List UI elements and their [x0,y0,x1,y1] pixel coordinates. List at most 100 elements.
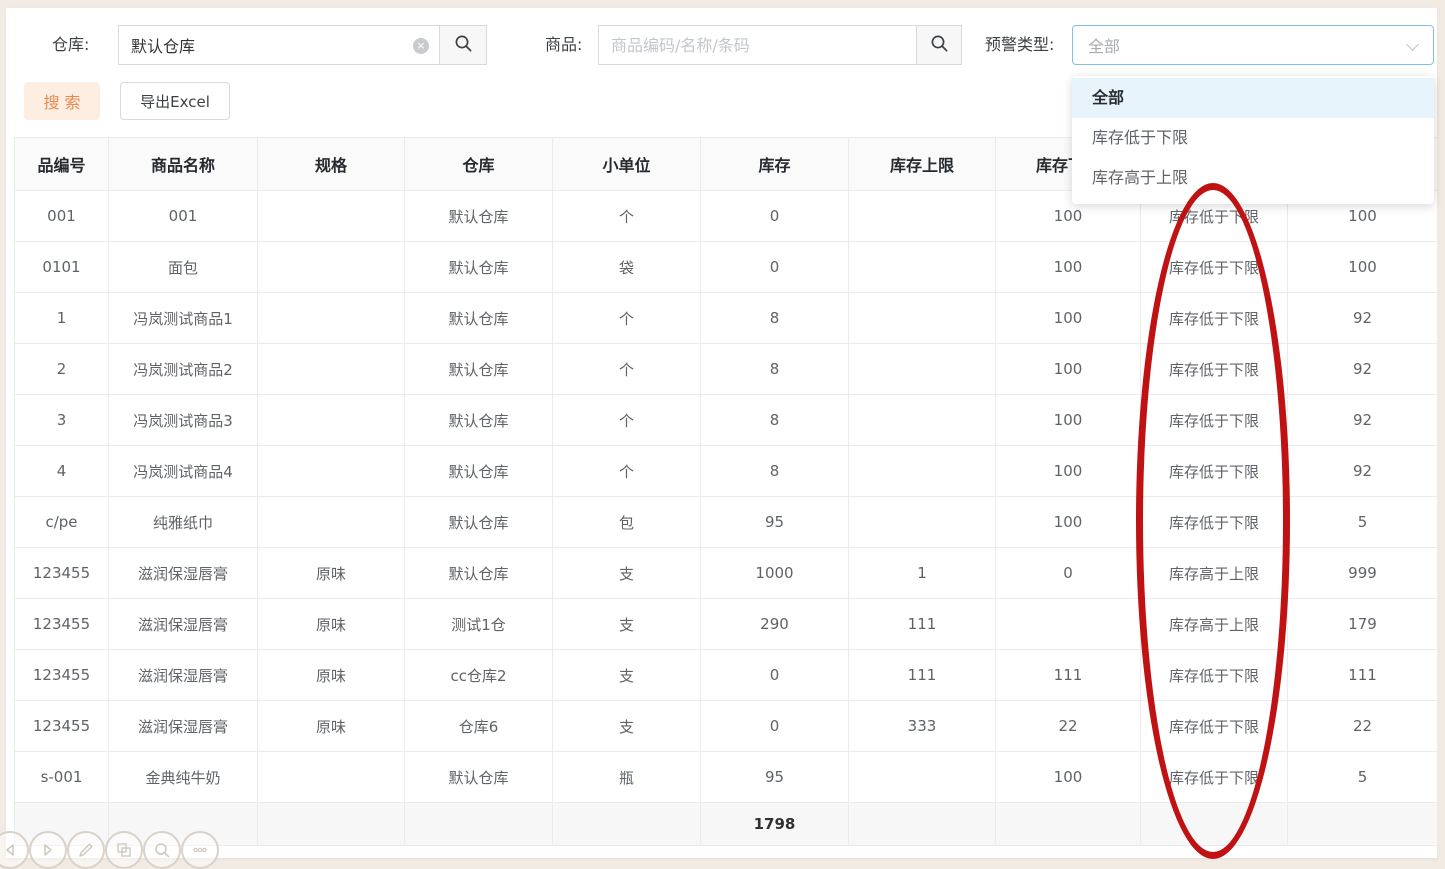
table-cell: 滋润保湿唇膏 [109,650,258,701]
table-cell [258,293,405,344]
table-cell [258,497,405,548]
table-cell [849,446,996,497]
table-cell: 92 [1288,446,1438,497]
column-header: 小单位 [553,138,701,191]
warehouse-search-button[interactable] [439,25,487,65]
dropdown-option[interactable]: 库存高于上限 [1072,158,1434,198]
pencil-icon[interactable] [67,831,105,869]
table-cell: 111 [849,650,996,701]
column-header: 品编号 [15,138,109,191]
table-cell: s-001 [15,752,109,803]
table-row[interactable]: 123455滋润保湿唇膏原味仓库6支033322库存低于下限22 [15,701,1438,752]
table-cell: 个 [553,344,701,395]
forward-arrow-icon[interactable] [29,831,67,869]
table-row[interactable]: 4冯岚测试商品4默认仓库个8100库存低于下限92 [15,446,1438,497]
chevron-down-icon [1406,38,1419,51]
table-cell: 100 [996,293,1141,344]
dropdown-option[interactable]: 全部 [1072,78,1434,118]
table-cell: 0 [701,650,849,701]
table-row[interactable]: 1冯岚测试商品1默认仓库个8100库存低于下限92 [15,293,1438,344]
table-cell: 库存高于上限 [1141,599,1288,650]
total-cell [1141,803,1288,846]
table-cell: 95 [701,497,849,548]
search-button[interactable]: 搜 索 [24,82,100,120]
table-cell: 默认仓库 [405,191,553,242]
export-excel-button[interactable]: 导出Excel [120,82,230,120]
table-cell: 滋润保湿唇膏 [109,548,258,599]
total-cell: 1798 [701,803,849,846]
table-cell: c/pe [15,497,109,548]
warning-type-select[interactable]: 全部 [1072,25,1434,65]
column-header: 规格 [258,138,405,191]
table-cell: 8 [701,293,849,344]
search-icon [454,34,473,57]
table-row[interactable]: 123455滋润保湿唇膏原味测试1仓支290111库存高于上限179 [15,599,1438,650]
table-cell: 原味 [258,650,405,701]
column-header: 仓库 [405,138,553,191]
table-cell: 库存低于下限 [1141,344,1288,395]
table-cell: 仓库6 [405,701,553,752]
inventory-warning-page: 仓库: × 商品: 预警类型: 全部 搜 索 导出Excel 品编号商品名称规格… [0,0,1445,866]
table-row[interactable]: 123455滋润保湿唇膏原味cc仓库2支0111111库存低于下限111 [15,650,1438,701]
table-cell: 个 [553,446,701,497]
warehouse-input[interactable] [119,26,439,64]
table-row[interactable]: 0101面包默认仓库袋0100库存低于下限100 [15,242,1438,293]
windows-icon[interactable] [105,831,143,869]
table-cell: 默认仓库 [405,344,553,395]
table-cell: 0 [996,548,1141,599]
table-cell [258,191,405,242]
product-label: 商品: [545,33,582,57]
table-cell: 100 [996,752,1141,803]
table-cell: 1 [849,548,996,599]
table-cell: 冯岚测试商品1 [109,293,258,344]
table-row[interactable]: c/pe纯雅纸巾默认仓库包95100库存低于下限5 [15,497,1438,548]
table-cell: 5 [1288,752,1438,803]
table-body: 001001默认仓库个0100库存低于下限1000101面包默认仓库袋0100库… [15,191,1438,803]
table-cell: 22 [996,701,1141,752]
table-cell: 95 [701,752,849,803]
back-arrow-icon[interactable] [0,831,29,869]
product-input-box [598,25,917,65]
total-cell [553,803,701,846]
table-cell [258,446,405,497]
warning-type-label: 预警类型: [985,33,1054,57]
magnifier-icon[interactable] [143,831,181,869]
table-cell: 100 [996,344,1141,395]
table-row[interactable]: 2冯岚测试商品2默认仓库个8100库存低于下限92 [15,344,1438,395]
table-cell: 库存低于下限 [1141,701,1288,752]
table-cell: 111 [849,599,996,650]
table-cell: 库存低于下限 [1141,293,1288,344]
total-cell [1288,803,1438,846]
table-row[interactable]: s-001金典纯牛奶默认仓库瓶95100库存低于下限5 [15,752,1438,803]
table-cell [258,395,405,446]
table-cell: 冯岚测试商品2 [109,344,258,395]
table-cell: 库存低于下限 [1141,497,1288,548]
table-cell: 默认仓库 [405,548,553,599]
table-cell: 111 [996,650,1141,701]
table-cell: 0 [701,242,849,293]
clear-icon[interactable]: × [413,38,429,54]
table-cell: 8 [701,395,849,446]
table-cell [258,242,405,293]
table-cell [849,497,996,548]
table-cell: 179 [1288,599,1438,650]
table-cell [996,599,1141,650]
table-cell: 默认仓库 [405,497,553,548]
table-cell: 纯雅纸巾 [109,497,258,548]
column-header: 商品名称 [109,138,258,191]
product-search-button[interactable] [916,25,962,65]
annotation-toolbar [0,831,219,869]
dropdown-option[interactable]: 库存低于下限 [1072,118,1434,158]
table-row[interactable]: 3冯岚测试商品3默认仓库个8100库存低于下限92 [15,395,1438,446]
table-cell: 123455 [15,701,109,752]
product-input[interactable] [599,26,916,64]
table-cell: 个 [553,395,701,446]
table-cell: 滋润保湿唇膏 [109,701,258,752]
table-row[interactable]: 123455滋润保湿唇膏原味默认仓库支100010库存高于上限999 [15,548,1438,599]
ellipsis-icon[interactable] [181,831,219,869]
table-cell [849,395,996,446]
warehouse-label: 仓库: [52,33,89,57]
table-cell: cc仓库2 [405,650,553,701]
table-cell [849,344,996,395]
table-cell: 2 [15,344,109,395]
